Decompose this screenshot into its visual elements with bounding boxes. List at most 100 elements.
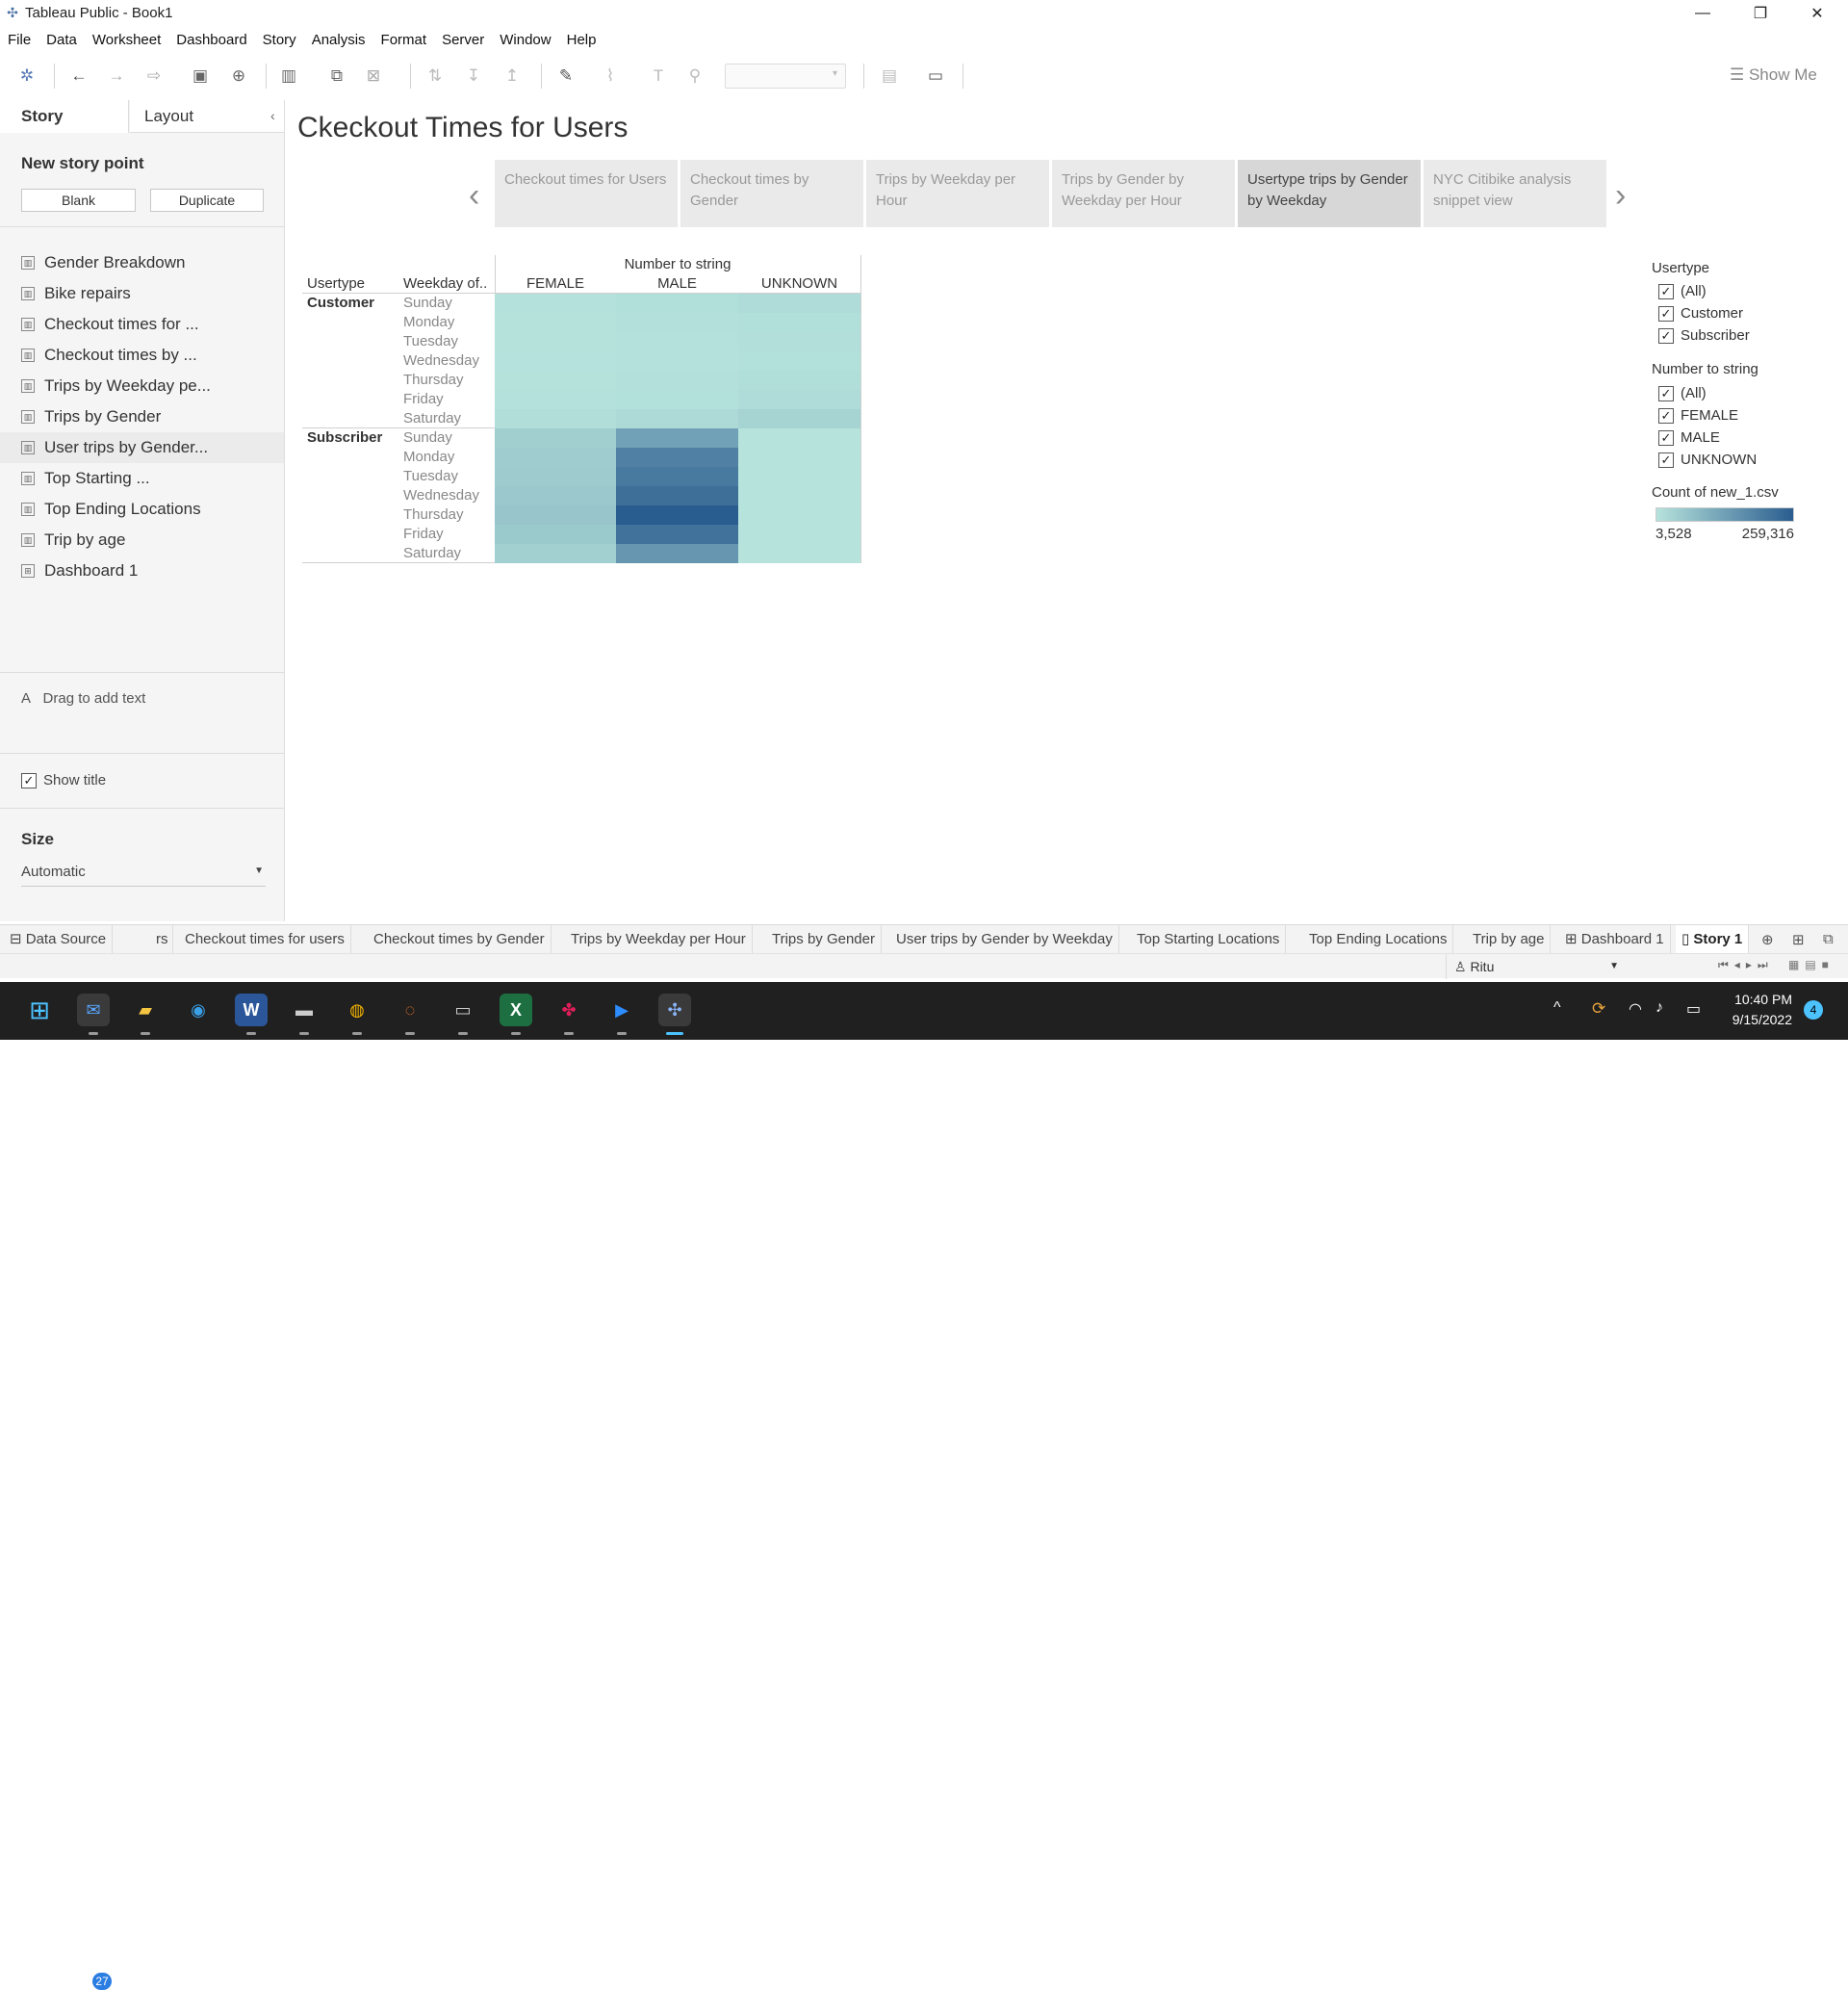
duplicate-button[interactable]: Duplicate xyxy=(150,189,264,212)
size-dropdown[interactable]: Automatic ▼ xyxy=(21,864,266,887)
notification-badge[interactable]: 4 xyxy=(1804,1000,1823,1020)
heatmap-cell[interactable] xyxy=(616,351,738,371)
heatmap-cell[interactable] xyxy=(495,544,616,563)
heatmap-cell[interactable] xyxy=(495,486,616,505)
heatmap-cell[interactable] xyxy=(616,448,738,467)
tab-trip-by-age[interactable]: Trip by age xyxy=(1467,925,1552,954)
show-me-button[interactable]: ☰ Show Me xyxy=(1730,65,1817,85)
checkbox-checked-icon[interactable]: ✓ xyxy=(1658,305,1674,322)
checkbox-checked-icon[interactable]: ✓ xyxy=(1658,385,1674,401)
heatmap-cell[interactable] xyxy=(495,428,616,448)
sheet-navigation-icon[interactable]: ⏮◂▸⏭ xyxy=(1718,958,1774,972)
jupyter-icon[interactable]: ◌ xyxy=(394,994,426,1026)
chevron-up-icon[interactable]: ^ xyxy=(1553,999,1561,1017)
tab-data-source[interactable]: ⊟ Data Source xyxy=(4,925,114,954)
heatmap-cell[interactable] xyxy=(495,467,616,486)
drag-to-add-text[interactable]: A Drag to add text xyxy=(21,690,145,707)
checkbox-checked-icon[interactable]: ✓ xyxy=(1658,327,1674,344)
save-icon[interactable]: ▣ xyxy=(189,65,212,87)
show-title-toggle[interactable]: ✓ Show title xyxy=(21,772,106,788)
heatmap-cell[interactable] xyxy=(495,371,616,390)
tableau-home-icon[interactable]: ✲ xyxy=(15,65,38,87)
heatmap-cell[interactable] xyxy=(738,351,860,371)
sheet-item-bike-repairs[interactable]: ▥ Bike repairs xyxy=(0,278,284,309)
volume-icon[interactable]: ♪ xyxy=(1656,999,1663,1017)
heatmap-cell[interactable] xyxy=(495,313,616,332)
word-icon[interactable]: W xyxy=(235,994,268,1026)
fit-dropdown[interactable] xyxy=(725,64,846,89)
menu-analysis[interactable]: Analysis xyxy=(312,29,366,52)
pin-icon[interactable]: ⚲ xyxy=(683,65,706,87)
heatmap-cell[interactable] xyxy=(616,371,738,390)
clock-time[interactable]: 10:40 PM xyxy=(1709,992,1792,1007)
tab-top-starting-locations[interactable]: Top Starting Locations xyxy=(1131,925,1287,954)
heatmap-cell[interactable] xyxy=(738,313,860,332)
presentation-icon[interactable]: ▭ xyxy=(924,65,947,87)
edge-browser-icon[interactable]: ◉ xyxy=(182,994,215,1026)
mail-icon[interactable]: ✉ xyxy=(77,994,110,1026)
chrome-icon[interactable]: ◍ xyxy=(341,994,373,1026)
sheet-item-trips-by-gender[interactable]: ▥ Trips by Gender xyxy=(0,401,284,432)
sheet-item-top-starting[interactable]: ▥ Top Starting ... xyxy=(0,463,284,494)
close-icon[interactable]: ✕ xyxy=(1790,0,1844,27)
tab-story-1[interactable]: ▯ Story 1 xyxy=(1676,925,1750,954)
redo-icon[interactable]: → xyxy=(105,65,128,87)
story-point-1[interactable]: Checkout times for Users xyxy=(495,160,678,227)
story-point-3[interactable]: Trips by Weekday per Hour xyxy=(866,160,1049,227)
tab-trips-by-gender[interactable]: Trips by Gender xyxy=(766,925,882,954)
fit-icon[interactable]: ▤ xyxy=(878,65,901,87)
excel-icon[interactable]: X xyxy=(500,994,532,1026)
new-worksheet-icon[interactable]: ⊕ xyxy=(1761,931,1774,948)
heatmap-cell[interactable] xyxy=(616,544,738,563)
heatmap-cell[interactable] xyxy=(616,525,738,544)
story-point-6[interactable]: NYC Citibike analysis snippet view xyxy=(1424,160,1606,227)
filter-usertype-all[interactable]: ✓ (All) xyxy=(1658,283,1707,299)
tab-trips-by-weekday-per-hour[interactable]: Trips by Weekday per Hour xyxy=(565,925,753,954)
window-app-icon[interactable]: ▭ xyxy=(447,994,479,1026)
heatmap-cell[interactable] xyxy=(616,409,738,428)
sheet-item-checkout-times-for[interactable]: ▥ Checkout times for ... xyxy=(0,309,284,340)
heatmap-cell[interactable] xyxy=(738,428,860,448)
new-dashboard-icon[interactable]: ⊞ xyxy=(1792,931,1805,948)
heatmap-cell[interactable] xyxy=(616,313,738,332)
heatmap-cell[interactable] xyxy=(495,294,616,313)
sheet-item-trip-by-age[interactable]: ▥ Trip by age xyxy=(0,525,284,556)
filter-gender-all[interactable]: ✓ (All) xyxy=(1658,385,1707,401)
filter-gender-female[interactable]: ✓ FEMALE xyxy=(1658,407,1738,424)
menu-format[interactable]: Format xyxy=(381,29,427,52)
heatmap-cell[interactable] xyxy=(738,409,860,428)
heatmap-cell[interactable] xyxy=(738,332,860,351)
label-icon[interactable]: T xyxy=(647,65,670,87)
heatmap-cell[interactable] xyxy=(495,525,616,544)
battery-icon[interactable]: ▭ xyxy=(1686,999,1701,1019)
heatmap-cell[interactable] xyxy=(616,332,738,351)
heatmap-cell[interactable] xyxy=(495,351,616,371)
story-point-2[interactable]: Checkout times by Gender xyxy=(680,160,863,227)
view-mode-icon[interactable]: ▦▤■ xyxy=(1788,958,1835,971)
heatmap-cell[interactable] xyxy=(616,505,738,525)
sort-descending-icon[interactable]: ↥ xyxy=(500,65,524,87)
swap-icon[interactable]: ⇅ xyxy=(424,65,447,87)
menu-story[interactable]: Story xyxy=(263,29,296,52)
story-point-5[interactable]: Usertype trips by Gender by Weekday xyxy=(1238,160,1421,227)
checkbox-checked-icon[interactable]: ✓ xyxy=(1658,283,1674,299)
sheet-item-user-trips-by-gender[interactable]: ▥ User trips by Gender... xyxy=(0,432,284,463)
sync-icon[interactable]: ⟳ xyxy=(1592,999,1605,1019)
tab-user-trips-by-gender-by-weekday[interactable]: User trips by Gender by Weekday xyxy=(890,925,1119,954)
heatmap-cell[interactable] xyxy=(616,486,738,505)
sheet-item-top-ending-locations[interactable]: ▥ Top Ending Locations xyxy=(0,494,284,525)
heatmap-cell[interactable] xyxy=(738,525,860,544)
attach-icon[interactable]: ⌇ xyxy=(599,65,622,87)
heatmap-cell[interactable] xyxy=(495,332,616,351)
filter-usertype-subscriber[interactable]: ✓ Subscriber xyxy=(1658,327,1750,344)
checkbox-checked-icon[interactable]: ✓ xyxy=(21,772,37,788)
previous-story-point-icon[interactable]: ‹ xyxy=(469,177,479,215)
slack-icon[interactable]: ✤ xyxy=(552,994,585,1026)
checkbox-checked-icon[interactable]: ✓ xyxy=(1658,429,1674,446)
windows-start-icon[interactable]: ⊞ xyxy=(23,994,56,1026)
undo-icon[interactable]: ← xyxy=(67,65,90,87)
story-title[interactable]: Ckeckout Times for Users xyxy=(297,112,628,144)
tab-layout[interactable]: Layout xyxy=(130,100,284,133)
next-story-point-icon[interactable]: › xyxy=(1615,177,1626,215)
heatmap-cell[interactable] xyxy=(738,294,860,313)
